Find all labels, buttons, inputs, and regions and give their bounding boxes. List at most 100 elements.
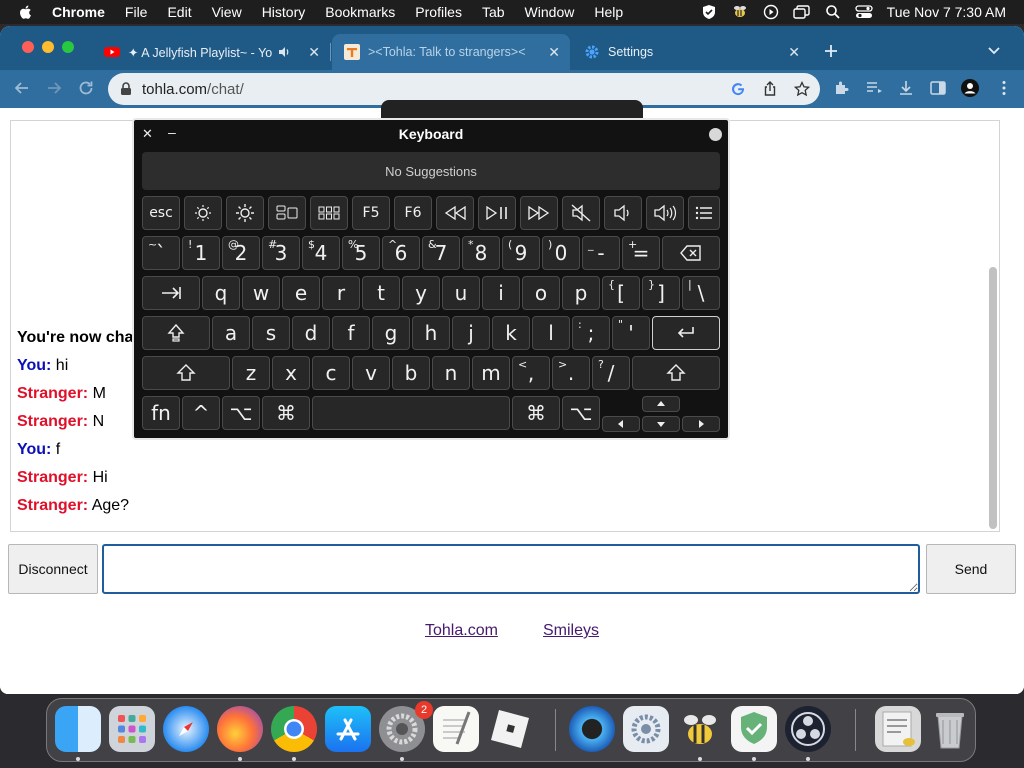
key-m[interactable]: m (472, 356, 510, 390)
back-arrow-icon[interactable] (12, 78, 32, 98)
apple-menu-icon[interactable] (18, 4, 34, 20)
menu-help[interactable]: Help (594, 4, 623, 20)
key-t[interactable]: t (362, 276, 400, 310)
bookmark-star-icon[interactable] (794, 81, 810, 97)
key-4[interactable]: $4 (302, 236, 340, 270)
new-tab-icon[interactable] (823, 43, 839, 59)
extensions-puzzle-icon[interactable] (832, 78, 852, 98)
close-tab-icon[interactable]: ✕ (308, 44, 320, 61)
key-i[interactable]: i (482, 276, 520, 310)
key-left-command[interactable]: ⌘ (262, 396, 310, 430)
key-f5[interactable]: F5 (352, 196, 390, 230)
firefox-icon[interactable] (217, 706, 263, 752)
lock-icon[interactable] (120, 82, 132, 96)
bee-app-icon[interactable] (677, 706, 723, 752)
menu-profiles[interactable]: Profiles (415, 4, 462, 20)
tab-settings[interactable]: Settings ✕ (572, 34, 810, 70)
spotlight-search-icon[interactable] (825, 4, 841, 20)
key-d[interactable]: d (292, 316, 330, 350)
key-6[interactable]: ^ 6 (382, 236, 420, 270)
accessibility-keyboard[interactable]: ✕ – Keyboard No Suggestions esc F5 F6 ~ `… (132, 118, 730, 440)
key-left-option[interactable]: ⌥ (222, 396, 260, 430)
key-backslash[interactable]: | \ (682, 276, 720, 310)
key-minus[interactable]: _ - (582, 236, 620, 270)
key-arrow-left[interactable] (602, 416, 640, 432)
key-u[interactable]: u (442, 276, 480, 310)
adguard-shield-icon[interactable] (731, 706, 777, 752)
key-mute[interactable] (562, 196, 600, 230)
key-slash[interactable]: ? / (592, 356, 630, 390)
key-p[interactable]: p (562, 276, 600, 310)
key-escape[interactable]: esc (142, 196, 180, 230)
key-8[interactable]: * 8 (462, 236, 500, 270)
app-store-icon[interactable] (325, 706, 371, 752)
tab-youtube-playlist[interactable]: ✦ A Jellyfish Playlist~ - Yo ✕ (92, 34, 330, 70)
key-fn[interactable]: fn (142, 396, 180, 430)
reload-icon[interactable] (76, 78, 96, 98)
key-x[interactable]: x (272, 356, 310, 390)
profile-avatar-icon[interactable] (960, 78, 980, 98)
key-left-bracket[interactable]: {[ (602, 276, 640, 310)
key-brightness-up[interactable] (226, 196, 264, 230)
close-window-button[interactable] (22, 41, 34, 53)
key-n[interactable]: n (432, 356, 470, 390)
key-c[interactable]: c (312, 356, 350, 390)
message-input[interactable] (102, 544, 920, 594)
menu-view[interactable]: View (212, 4, 242, 20)
key-a[interactable]: a (212, 316, 250, 350)
smileys-link[interactable]: Smileys (543, 622, 599, 640)
roblox-icon[interactable] (487, 706, 533, 752)
key-3[interactable]: #3 (262, 236, 300, 270)
key-e[interactable]: e (282, 276, 320, 310)
trash-icon[interactable] (927, 706, 973, 752)
zoom-window-button[interactable] (62, 41, 74, 53)
key-control[interactable]: ^ (182, 396, 220, 430)
key-space[interactable] (312, 396, 510, 430)
key-0[interactable]: ) 0 (542, 236, 580, 270)
key-w[interactable]: w (242, 276, 280, 310)
key-2[interactable]: @2 (222, 236, 260, 270)
shield-icon[interactable] (701, 4, 717, 20)
key-left-shift[interactable] (142, 356, 230, 390)
speaker-icon[interactable] (278, 46, 292, 58)
download-icon[interactable] (896, 78, 916, 98)
send-button[interactable]: Send (926, 544, 1016, 594)
key-arrow-down[interactable] (642, 416, 680, 432)
key-backtick[interactable]: ~ ` (142, 236, 180, 270)
close-tab-icon[interactable]: ✕ (788, 44, 800, 61)
downloads-stack-icon[interactable] (875, 706, 921, 752)
share-icon[interactable] (762, 81, 778, 97)
bee-icon[interactable] (731, 4, 749, 20)
key-tab[interactable] (142, 276, 200, 310)
minimize-window-button[interactable] (42, 41, 54, 53)
key-comma[interactable]: <, (512, 356, 550, 390)
menu-file[interactable]: File (125, 4, 148, 20)
finder-icon[interactable] (55, 706, 101, 752)
key-1[interactable]: ! 1 (182, 236, 220, 270)
side-panel-icon[interactable] (928, 78, 948, 98)
key-q[interactable]: q (202, 276, 240, 310)
key-9[interactable]: (9 (502, 236, 540, 270)
key-o[interactable]: o (522, 276, 560, 310)
tohla-home-link[interactable]: Tohla.com (425, 622, 498, 640)
key-rewind[interactable] (436, 196, 474, 230)
key-period[interactable]: >. (552, 356, 590, 390)
key-quote[interactable]: " ' (612, 316, 650, 350)
key-right-command[interactable]: ⌘ (512, 396, 560, 430)
key-g[interactable]: g (372, 316, 410, 350)
key-7[interactable]: & 7 (422, 236, 460, 270)
key-k[interactable]: k (492, 316, 530, 350)
disconnect-button[interactable]: Disconnect (8, 544, 98, 594)
key-delete[interactable] (662, 236, 720, 270)
key-arrow-right[interactable] (682, 416, 720, 432)
key-volume-up[interactable] (646, 196, 684, 230)
textedit-icon[interactable] (433, 706, 479, 752)
key-right-option[interactable]: ⌥ (562, 396, 600, 430)
key-j[interactable]: j (452, 316, 490, 350)
control-center-icon[interactable] (855, 4, 873, 20)
tab-search-chevron-icon[interactable] (987, 46, 1001, 56)
key-options-list[interactable] (688, 196, 720, 230)
key-h[interactable]: h (412, 316, 450, 350)
key-launchpad[interactable] (310, 196, 348, 230)
key-caps-lock[interactable] (142, 316, 210, 350)
